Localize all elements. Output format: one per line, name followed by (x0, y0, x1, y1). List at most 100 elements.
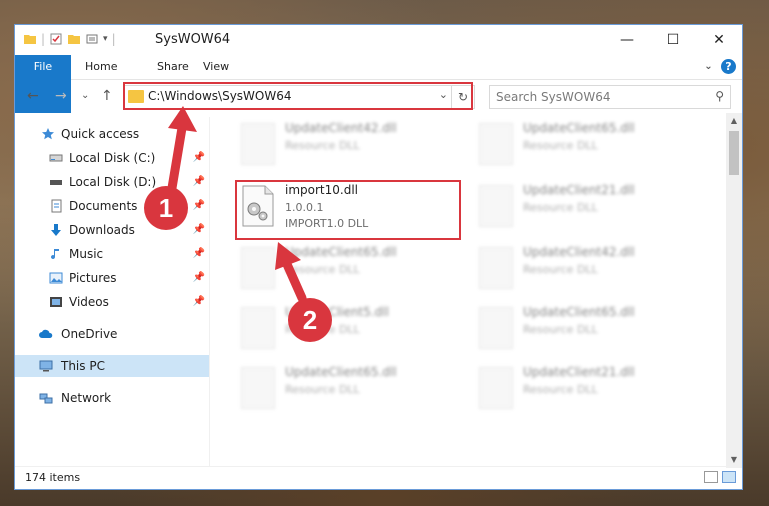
file-name: UpdateClient65.dll (523, 121, 635, 135)
sidebar-item-label: Documents (69, 199, 138, 213)
sidebar-item-label: Music (69, 247, 104, 261)
toolbar-separator: | (41, 32, 46, 46)
sidebar-item-videos[interactable]: Videos 📌 (15, 291, 209, 313)
address-highlight-box (123, 82, 473, 110)
file-item[interactable]: UpdateClient42.dll Resource DLL (473, 241, 693, 299)
cloud-icon (39, 329, 53, 338)
dll-file-icon (241, 247, 275, 289)
dll-file-icon (241, 307, 275, 349)
drive-icon (49, 154, 63, 162)
dll-file-icon (479, 367, 513, 409)
pin-icon: 📌 (192, 272, 205, 283)
sidebar-item-label: This PC (61, 359, 105, 373)
toolbar-separator: | (111, 32, 116, 46)
sidebar-item-label: Pictures (69, 271, 117, 285)
file-type: Resource DLL (285, 139, 360, 152)
sidebar-item-label: Network (61, 391, 112, 405)
pane-divider[interactable] (209, 117, 210, 467)
file-item[interactable]: UpdateClient42.dll Resource DLL (235, 117, 455, 175)
customize-toolbar-icon[interactable] (85, 32, 99, 46)
file-item[interactable]: UpdateClient65.dll Resource DLL (473, 117, 693, 175)
new-folder-icon[interactable] (67, 32, 81, 46)
sidebar-item-local-disk-d[interactable]: Local Disk (D:) 📌 (15, 171, 209, 193)
quick-access-toolbar: | ▾ | (23, 32, 116, 46)
properties-icon[interactable] (49, 32, 63, 46)
up-button[interactable]: ↑ (101, 88, 113, 104)
sidebar-item-quick-access[interactable]: Quick access (15, 123, 209, 145)
sidebar-item-network[interactable]: Network (15, 387, 209, 409)
sidebar-item-local-disk-c[interactable]: Local Disk (C:) 📌 (15, 147, 209, 169)
computer-icon (39, 360, 53, 372)
file-item[interactable]: UpdateClient65.dll Resource DLL (235, 361, 455, 419)
file-type: Resource DLL (285, 263, 360, 276)
navigation-bar: ← → ⌄ ↑ C:\Windows\SysWOW64 ⌄ ↻ Search S… (15, 81, 742, 113)
ribbon-tabs: File Home Share View ⌄ ? (15, 55, 742, 113)
file-type: Resource DLL (523, 323, 598, 336)
forward-button[interactable]: → (55, 88, 67, 104)
selected-file-highlight-box (235, 180, 461, 240)
file-name: UpdateClient65.dll (285, 365, 397, 379)
dll-file-icon (241, 123, 275, 165)
file-type: Resource DLL (523, 201, 598, 214)
drive-icon (50, 180, 62, 185)
maximize-button[interactable]: ☐ (650, 25, 696, 55)
toolbar-dropdown-icon[interactable]: ▾ (103, 34, 108, 44)
window-controls: — ☐ ✕ (604, 25, 742, 55)
search-box[interactable]: Search SysWOW64 ⚲ (489, 85, 731, 109)
close-button[interactable]: ✕ (696, 25, 742, 55)
file-name: UpdateClient21.dll (523, 183, 635, 197)
step-2-badge: 2 (288, 298, 332, 342)
search-icon[interactable]: ⚲ (715, 89, 724, 103)
dll-file-icon (241, 367, 275, 409)
pin-icon: 📌 (192, 176, 205, 187)
scroll-thumb[interactable] (729, 131, 739, 175)
videos-icon (50, 297, 62, 307)
sidebar-item-label: Quick access (61, 127, 140, 141)
network-icon (39, 393, 53, 404)
recent-locations-button[interactable]: ⌄ (81, 90, 89, 101)
details-view-icon[interactable] (704, 471, 718, 483)
file-name: UpdateClient65.dll (285, 245, 397, 259)
star-icon (42, 128, 54, 140)
file-item[interactable]: UpdateClient65.dll Resource DLL (473, 301, 693, 359)
file-type: Resource DLL (285, 383, 360, 396)
title-bar: | ▾ | SysWOW64 — ☐ ✕ (15, 25, 742, 55)
file-name: UpdateClient65.dll (523, 305, 635, 319)
file-item[interactable]: UpdateClient5.dll Resource DLL (235, 301, 455, 359)
tab-home[interactable]: Home (73, 55, 129, 79)
scroll-up-icon[interactable]: ▲ (726, 113, 742, 129)
sidebar-item-pictures[interactable]: Pictures 📌 (15, 267, 209, 289)
window-title: SysWOW64 (155, 32, 231, 47)
vertical-scrollbar[interactable]: ▲ ▼ (726, 113, 742, 468)
file-item[interactable]: UpdateClient65.dll Resource DLL (235, 241, 455, 299)
sidebar-item-label: Videos (69, 295, 109, 309)
file-item[interactable]: UpdateClient21.dll Resource DLL (473, 179, 693, 237)
pin-icon: 📌 (192, 224, 205, 235)
sidebar-item-onedrive[interactable]: OneDrive (15, 323, 209, 345)
back-button[interactable]: ← (27, 88, 39, 104)
item-count: 174 items (25, 471, 81, 484)
navigation-pane: Quick access Local Disk (C:) 📌 Local Dis… (15, 117, 209, 467)
file-name: UpdateClient42.dll (523, 245, 635, 259)
step-1-badge: 1 (144, 186, 188, 230)
minimize-button[interactable]: — (604, 25, 650, 55)
file-type: Resource DLL (523, 263, 598, 276)
documents-icon (51, 199, 62, 213)
sidebar-item-music[interactable]: Music 📌 (15, 243, 209, 265)
ribbon-collapse-icon[interactable]: ⌄ (701, 59, 716, 74)
sidebar-item-label: Downloads (69, 223, 135, 237)
status-bar: 174 items (15, 466, 742, 489)
sidebar-item-this-pc[interactable]: This PC (15, 355, 209, 377)
tab-view[interactable]: View (191, 55, 241, 79)
file-item[interactable]: UpdateClient21.dll Resource DLL (473, 361, 693, 419)
music-icon (51, 249, 59, 260)
folder-icon (24, 35, 36, 44)
search-input[interactable]: Search SysWOW64 (496, 90, 610, 104)
file-list: UpdateClient42.dll Resource DLL import10… (211, 113, 727, 468)
downloads-icon (51, 224, 61, 236)
file-name: UpdateClient42.dll (285, 121, 397, 135)
help-icon[interactable]: ? (721, 59, 736, 74)
sidebar-item-label: Local Disk (D:) (69, 175, 157, 189)
tiles-view-icon[interactable] (722, 471, 736, 483)
file-type: Resource DLL (523, 383, 598, 396)
